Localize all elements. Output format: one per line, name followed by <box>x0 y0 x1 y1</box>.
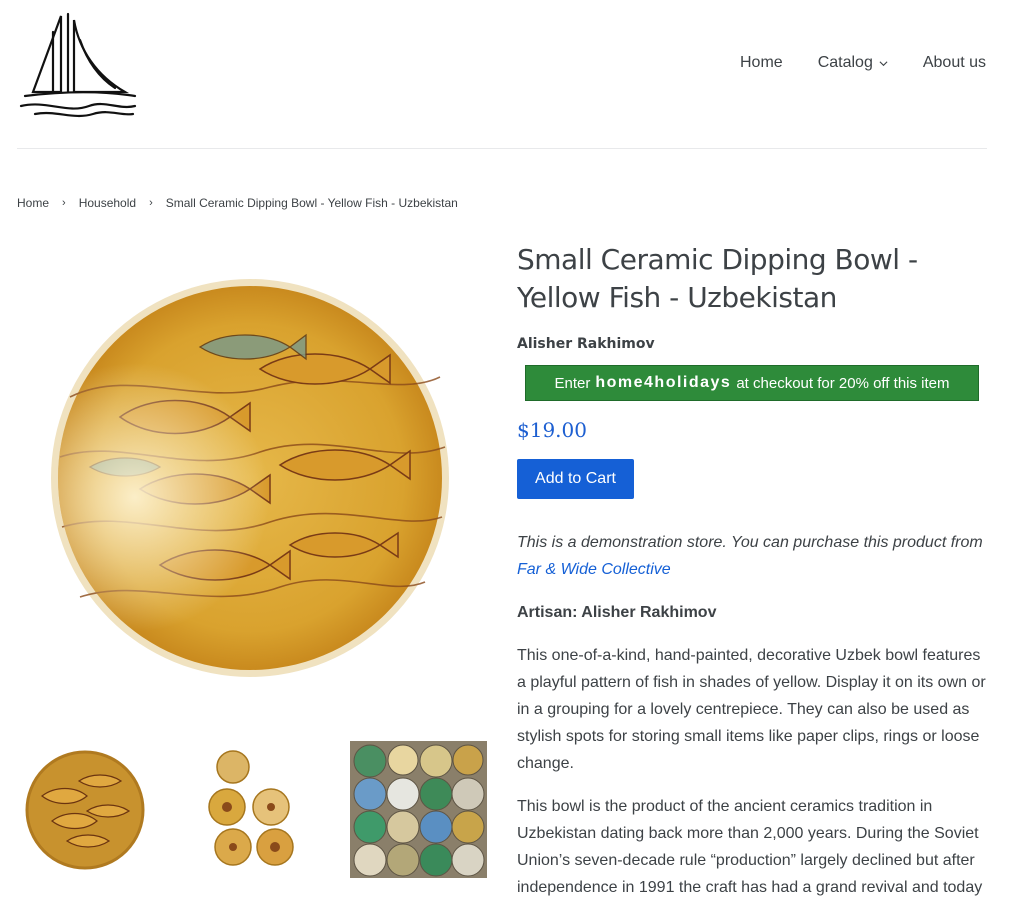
product-description: This is a demonstration store. You can p… <box>517 529 987 901</box>
promo-code: home4holidays <box>595 374 732 391</box>
breadcrumb-current: Small Ceramic Dipping Bowl - Yellow Fish… <box>165 196 458 210</box>
promo-text-after: at checkout for 20% off this item <box>736 374 950 392</box>
artisan-line: Artisan: Alisher Rakhimov <box>517 604 717 621</box>
chevron-down-icon <box>879 60 888 66</box>
product-main-image[interactable] <box>50 277 450 679</box>
product-thumbnails <box>17 741 487 878</box>
promo-text-before: Enter <box>554 374 591 392</box>
breadcrumb-separator: › <box>62 197 66 209</box>
description-paragraph: This one-of-a-kind, hand-painted, decora… <box>517 647 986 772</box>
demo-notice-text: This is a demonstration store. You can p… <box>517 534 983 551</box>
nav-catalog[interactable]: Catalog <box>818 54 888 72</box>
nav-about[interactable]: About us <box>923 54 986 72</box>
add-to-cart-button[interactable]: Add to Cart <box>517 459 634 499</box>
main-nav: Home Catalog About us <box>740 54 986 72</box>
nav-home[interactable]: Home <box>740 54 783 72</box>
nav-catalog-label: Catalog <box>817 54 873 71</box>
breadcrumb-separator: › <box>149 197 153 209</box>
breadcrumb: Home › Household › Small Ceramic Dipping… <box>17 196 458 210</box>
description-paragraph: This bowl is the product of the ancient … <box>517 798 983 896</box>
demo-notice: This is a demonstration store. You can p… <box>517 529 987 583</box>
product-title: Small Ceramic Dipping Bowl - Yellow Fish… <box>517 243 918 314</box>
product-thumbnail[interactable] <box>350 741 487 878</box>
promo-banner: Enter home4holidays at checkout for 20% … <box>525 365 979 401</box>
product-price: $19.00 <box>517 418 587 442</box>
product-thumbnail[interactable] <box>183 741 320 878</box>
product-info: Small Ceramic Dipping Bowl - Yellow Fish… <box>517 241 987 907</box>
breadcrumb-home[interactable]: Home <box>17 196 49 210</box>
product-thumbnail[interactable] <box>17 741 154 878</box>
site-header: Home Catalog About us <box>17 0 987 149</box>
demo-store-link[interactable]: Far & Wide Collective <box>517 561 671 578</box>
sailboat-logo-icon[interactable] <box>17 10 139 120</box>
product-vendor: Alisher Rakhimov <box>517 336 655 352</box>
breadcrumb-household[interactable]: Household <box>79 196 136 210</box>
